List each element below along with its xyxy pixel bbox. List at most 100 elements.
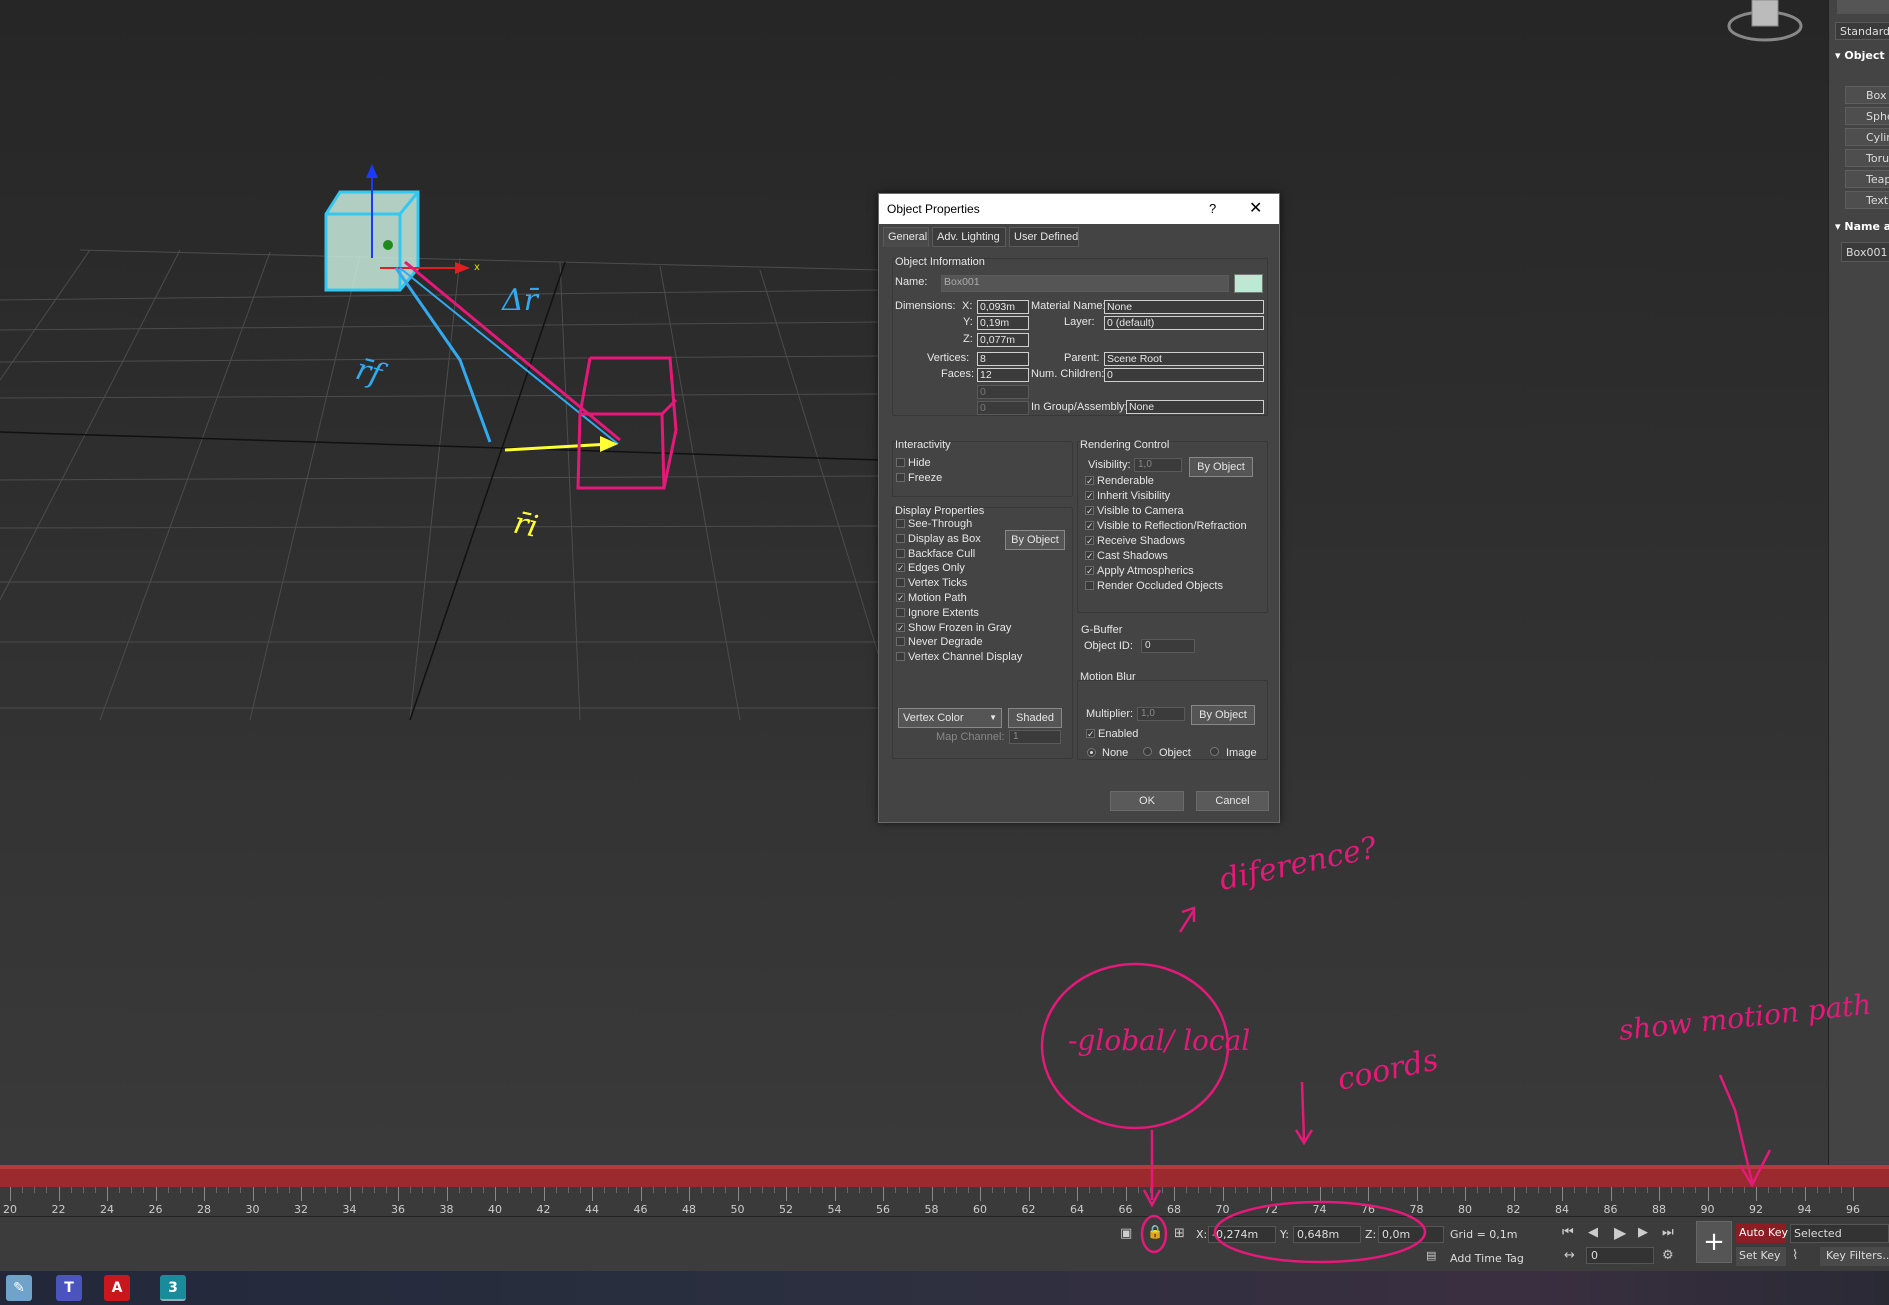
tab-user-defined[interactable]: User Defined [1009,227,1079,247]
absolute-relative-icon[interactable]: ⊞ [1174,1226,1185,1241]
shaded-button[interactable]: Shaded [1008,708,1062,728]
go-to-end-icon[interactable]: ⏭ [1662,1225,1674,1240]
ruler-minor-tick [422,1187,424,1193]
x-coord-input[interactable]: -0,274m [1208,1226,1276,1243]
object-id-spinner[interactable]: 0 [1141,639,1195,653]
multiplier-spinner[interactable]: 1,0 [1137,707,1185,721]
create-sphere-button[interactable]: Spher [1845,107,1889,125]
object-type-rollout[interactable]: ▾ Object [1835,49,1885,62]
faces-value: 12 [977,368,1029,382]
create-teapot-button[interactable]: Teapo [1845,170,1889,188]
vertex-color-dropdown[interactable]: Vertex Color ▼ [898,708,1002,728]
next-frame-icon[interactable]: ▶ [1638,1225,1648,1240]
command-panel-tabs[interactable] [1837,0,1889,14]
tab-general[interactable]: General [883,227,929,247]
name-input[interactable]: Box001 [941,275,1229,292]
y-coord-input[interactable]: 0,648m [1293,1226,1361,1243]
display-checkbox-9[interactable] [896,652,905,662]
close-icon[interactable]: ✕ [1249,198,1262,218]
isolate-selection-icon[interactable]: ▣ [1120,1226,1132,1241]
ruler-major-tick [1077,1187,1078,1201]
create-torus-button[interactable]: Torus [1845,149,1889,167]
set-key-button[interactable]: Set Key [1736,1247,1786,1266]
gbuffer-label: G-Buffer [1081,624,1123,636]
object-color-swatch[interactable] [1234,274,1263,293]
radio-image[interactable] [1210,747,1219,756]
visibility-spinner[interactable]: 1,0 [1134,458,1182,472]
set-keys-icon[interactable]: + [1696,1221,1732,1263]
display-checkbox-2[interactable] [896,548,905,558]
rendering-checkbox-5[interactable]: ✓ [1085,551,1094,561]
ruler-tick-label: 20 [3,1203,17,1216]
key-filters-button[interactable]: Key Filters... [1820,1247,1889,1266]
play-icon[interactable]: ▶ [1614,1223,1626,1242]
notepad-icon[interactable]: ✎ [6,1275,32,1301]
time-config-icon[interactable]: ⚙ [1662,1248,1674,1263]
object-name-input[interactable]: Box001 [1841,242,1889,262]
3dsmax-icon[interactable]: 3 [160,1275,186,1301]
interactivity-checkbox-0[interactable] [896,458,905,467]
radio-object[interactable] [1143,747,1152,756]
radio-none[interactable] [1087,748,1096,757]
motion-blur-by-object-button[interactable]: By Object [1191,705,1255,725]
go-to-start-icon[interactable]: ⏮ [1562,1225,1574,1240]
ruler-minor-tick [470,1187,472,1193]
display-checkbox-0[interactable] [896,519,905,528]
rendering-checkbox-3[interactable]: ✓ [1085,521,1094,531]
ruler-minor-tick [725,1187,727,1193]
create-cylinder-button[interactable]: Cylinde [1845,128,1889,146]
rendering-checkbox-6[interactable]: ✓ [1085,566,1094,576]
motion-blur-label: Motion Blur [1080,671,1136,683]
previous-frame-icon[interactable]: ◀ [1588,1225,1598,1240]
category-dropdown[interactable]: Standard P [1835,22,1889,40]
ruler-minor-tick [1137,1187,1139,1193]
display-checkbox-3[interactable]: ✓ [896,563,905,573]
info-extra-2: 0 [977,401,1029,415]
ruler-major-tick [1707,1187,1709,1201]
display-by-object-button[interactable]: By Object [1005,530,1065,550]
display-checkbox-8[interactable] [896,637,905,647]
enabled-checkbox[interactable]: ✓ [1086,729,1095,739]
rendering-checkbox-1[interactable]: ✓ [1085,491,1094,501]
display-checkbox-1[interactable] [896,533,905,543]
selection-lock-icon[interactable]: 🔒 [1147,1225,1163,1240]
rendering-by-object-button[interactable]: By Object [1189,457,1253,477]
add-time-tag-button[interactable]: Add Time Tag [1450,1252,1524,1265]
key-tangents-icon[interactable]: ⌇ [1792,1248,1798,1263]
rendering-checkbox-7[interactable] [1085,581,1094,590]
ruler-major-tick [1853,1187,1854,1201]
rendering-checkbox-0[interactable]: ✓ [1085,476,1094,486]
interactivity-checkbox-1[interactable] [896,473,905,482]
ruler-minor-tick [1634,1187,1636,1193]
ruler-minor-tick [967,1187,969,1193]
current-frame-input[interactable]: 0 [1586,1247,1654,1264]
display-checkbox-7[interactable]: ✓ [896,622,905,632]
display-checkbox-4[interactable] [896,578,905,588]
z-coord-input[interactable]: 0,0m [1378,1226,1444,1243]
teams-icon[interactable]: T [56,1275,82,1301]
key-mode-icon[interactable]: ↔ [1564,1248,1575,1263]
create-box-button[interactable]: Box [1845,86,1889,104]
ruler-tick-label: 82 [1506,1203,1521,1216]
name-color-rollout[interactable]: ▾ Name a [1835,220,1889,233]
acrobat-icon[interactable]: A [104,1275,130,1301]
ruler-minor-tick [1246,1187,1248,1193]
ok-button[interactable]: OK [1110,791,1184,811]
ruler-minor-tick [313,1187,315,1193]
auto-key-button[interactable]: Auto Key [1736,1224,1788,1243]
map-channel-spinner[interactable]: 1 [1009,730,1061,744]
tab-adv-lighting[interactable]: Adv. Lighting [932,227,1006,247]
object-properties-dialog: Object Properties ? ✕ General Adv. Light… [878,193,1280,823]
timeline-track[interactable] [0,1165,1889,1187]
help-button[interactable]: ? [1209,201,1216,216]
time-tag-icon[interactable]: ▤ [1426,1249,1436,1262]
rendering-checkbox-2[interactable]: ✓ [1085,506,1094,516]
timeline-ruler[interactable]: 20 22 24 26 28 30 32 34 36 38 40 42 44 46 48 50 52 54 56 58… [0,1187,1889,1217]
cancel-button[interactable]: Cancel [1196,791,1269,811]
create-textplus-button[interactable]: TextPl [1845,191,1889,209]
display-checkbox-5[interactable]: ✓ [896,593,905,603]
display-checkbox-6[interactable] [896,607,905,617]
rendering-checkbox-4[interactable]: ✓ [1085,536,1094,546]
key-set-dropdown[interactable]: Selected [1790,1224,1889,1243]
ruler-major-tick [349,1187,351,1201]
